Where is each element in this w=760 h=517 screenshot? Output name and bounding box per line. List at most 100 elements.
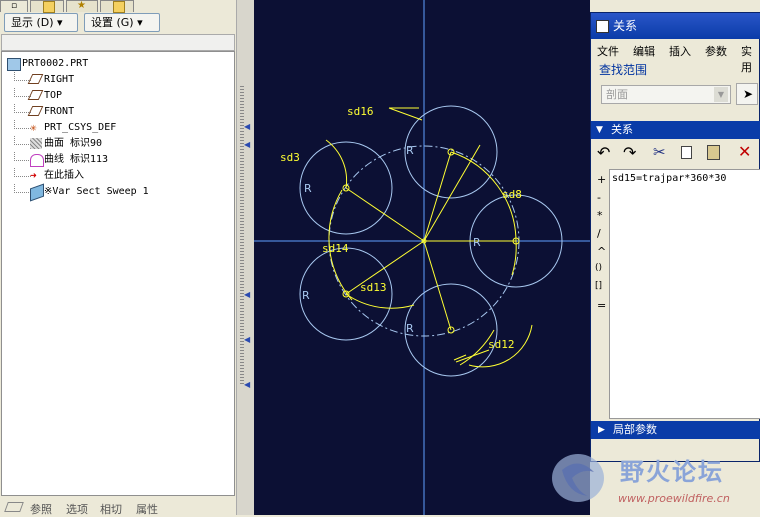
watermark-url: www.proewildfire.cn <box>618 492 730 505</box>
delete-icon[interactable]: ✕ <box>738 142 751 161</box>
dim-label-sd8[interactable]: sd8 <box>502 188 522 201</box>
op-equals[interactable]: = <box>597 299 606 312</box>
window-icon <box>596 20 609 33</box>
radius-label: R <box>473 236 481 249</box>
sketch-canvas[interactable]: sd16 sd3 sd8 sd14 sd13 sd12 R R R R R <box>254 0 590 515</box>
tree-item[interactable]: 曲面 标识90 <box>4 136 234 152</box>
relation-text[interactable]: sd15=trajpar*360*30 <box>612 173 726 184</box>
menu-utilities[interactable]: 实用 <box>741 43 760 75</box>
local-params-label: 局部参数 <box>613 423 657 436</box>
show-button[interactable]: 显示 (D) ▾ <box>4 13 78 32</box>
cut-icon[interactable]: ✂ <box>653 143 666 161</box>
tab-favorites[interactable]: ★ <box>66 0 98 12</box>
relations-toolbar: ↶ ↷ ✂ ✕ <box>591 141 760 167</box>
tree-item-label: 曲线 标识113 <box>44 154 109 165</box>
select-button[interactable]: ➤ <box>736 83 758 105</box>
sweep-icon <box>30 183 44 202</box>
tree-item[interactable]: RIGHT <box>4 72 234 88</box>
local-params-header[interactable]: ▶ 局部参数 <box>591 421 760 439</box>
tree-item-label: 在此插入 <box>44 170 84 181</box>
paste-icon[interactable] <box>707 145 720 160</box>
refs-icon <box>4 502 24 512</box>
menu-insert[interactable]: 插入 <box>669 43 691 59</box>
operator-column: + - * / ^ () [] = <box>591 169 609 419</box>
csys-icon: ✳ <box>30 121 37 134</box>
cursor-arrow-icon: ➤ <box>743 87 754 101</box>
dim-label-sd13[interactable]: sd13 <box>360 281 387 294</box>
scope-value: 剖面 <box>606 88 628 101</box>
tree-item-label: TOP <box>44 90 63 101</box>
expand-triangle-icon: ▶ <box>598 425 605 435</box>
radius-label: R <box>406 144 414 157</box>
collapse-arrow-icon[interactable]: ◀ <box>244 140 250 149</box>
dim-label-sd12[interactable]: sd12 <box>488 338 515 351</box>
dialog-title: 关系 <box>613 19 638 33</box>
insert-arrow-icon: ➜ <box>30 169 37 182</box>
dim-label-sd3[interactable]: sd3 <box>280 151 300 164</box>
relations-section-header[interactable]: ▼ 关系 <box>591 121 760 139</box>
dialog-menubar: 文件 编辑 插入 参数 实用 <box>591 41 760 74</box>
tree-item-label: 曲面 标识90 <box>44 138 103 149</box>
collapse-arrow-icon[interactable]: ◀ <box>244 290 250 299</box>
scope-select[interactable]: 剖面 ▼ <box>601 85 731 104</box>
chevron-down-icon[interactable]: ▼ <box>714 87 728 102</box>
collapse-arrow-icon[interactable]: ◀ <box>244 335 250 344</box>
collapse-arrow-icon[interactable]: ◀ <box>244 122 250 131</box>
relations-editor[interactable]: sd15=trajpar*360*30 <box>609 169 760 419</box>
tree-item-label: ※Var Sect Sweep 1 <box>44 186 149 197</box>
forum-watermark: 野火论坛 www.proewildfire.cn <box>548 448 760 512</box>
tree-connector <box>14 168 31 177</box>
tree-connector <box>14 184 31 193</box>
menu-file[interactable]: 文件 <box>597 43 619 59</box>
tree-item[interactable]: FRONT <box>4 104 234 120</box>
op-divide[interactable]: / <box>597 227 601 240</box>
curve-icon <box>30 154 44 167</box>
tree-connector <box>14 120 31 129</box>
sketch-drawing[interactable]: sd16 sd3 sd8 sd14 sd13 sd12 R R R R R <box>254 0 590 515</box>
settings-button[interactable]: 设置 (G) ▾ <box>84 13 160 32</box>
copy-icon[interactable] <box>681 146 692 159</box>
op-brackets[interactable]: [] <box>595 281 602 291</box>
menu-params[interactable]: 参数 <box>705 43 727 59</box>
tree-item[interactable]: PRT0002.PRT <box>4 56 234 72</box>
op-plus[interactable]: + <box>597 173 606 186</box>
dialog-titlebar[interactable]: 关系 <box>591 13 760 39</box>
tree-item[interactable]: 曲线 标识113 <box>4 152 234 168</box>
op-power[interactable]: ^ <box>597 245 606 258</box>
feature-tabs: 参照 选项 相切 属性 <box>0 498 240 516</box>
radius-label: R <box>406 322 414 335</box>
dim-label-sd16[interactable]: sd16 <box>347 105 374 118</box>
part-icon <box>7 58 21 71</box>
op-multiply[interactable]: * <box>597 209 603 222</box>
radius-label: R <box>302 289 310 302</box>
tree-item[interactable]: ※Var Sect Sweep 1 <box>4 183 234 202</box>
panel-splitter[interactable]: ◀ ◀ ◀ ◀ ◀ <box>236 0 254 515</box>
op-parens[interactable]: () <box>595 263 602 273</box>
tree-connector <box>14 136 31 145</box>
radius-label: R <box>304 182 312 195</box>
tree-item[interactable]: TOP <box>4 88 234 104</box>
tree-item[interactable]: ✳ PRT_CSYS_DEF <box>4 120 234 136</box>
tree-item-label: FRONT <box>44 106 75 117</box>
relations-header-label: 关系 <box>611 123 633 136</box>
tree-header <box>1 34 235 51</box>
tree-item-label: RIGHT <box>44 74 75 85</box>
collapse-arrow-icon[interactable]: ◀ <box>244 380 250 389</box>
tree-connector <box>14 152 31 161</box>
tab-folder[interactable] <box>30 0 64 13</box>
dimension-lines <box>325 107 533 368</box>
op-minus[interactable]: - <box>597 191 601 204</box>
tab-web[interactable] <box>100 0 134 13</box>
tree-tab-icon: ▫ <box>11 1 18 11</box>
tree-item[interactable]: ➜ 在此插入 <box>4 168 234 184</box>
undo-icon[interactable]: ↶ <box>597 143 610 162</box>
folder-icon <box>43 1 55 13</box>
menu-edit[interactable]: 编辑 <box>633 43 655 59</box>
redo-icon[interactable]: ↷ <box>623 143 636 162</box>
relations-dialog: 关系 文件 编辑 插入 参数 实用 查找范围 剖面 ▼ ➤ ▼ 关系 ↶ ↷ ✂… <box>590 12 760 462</box>
dim-label-sd14[interactable]: sd14 <box>322 242 349 255</box>
web-folder-icon <box>113 1 125 13</box>
model-tree: PRT0002.PRT RIGHT TOP FRONT ✳ PRT_CSYS_DEF 曲面 … <box>1 51 235 496</box>
tree-item-label: PRT_CSYS_DEF <box>44 122 117 133</box>
tab-model-tree[interactable]: ▫ <box>0 0 28 12</box>
